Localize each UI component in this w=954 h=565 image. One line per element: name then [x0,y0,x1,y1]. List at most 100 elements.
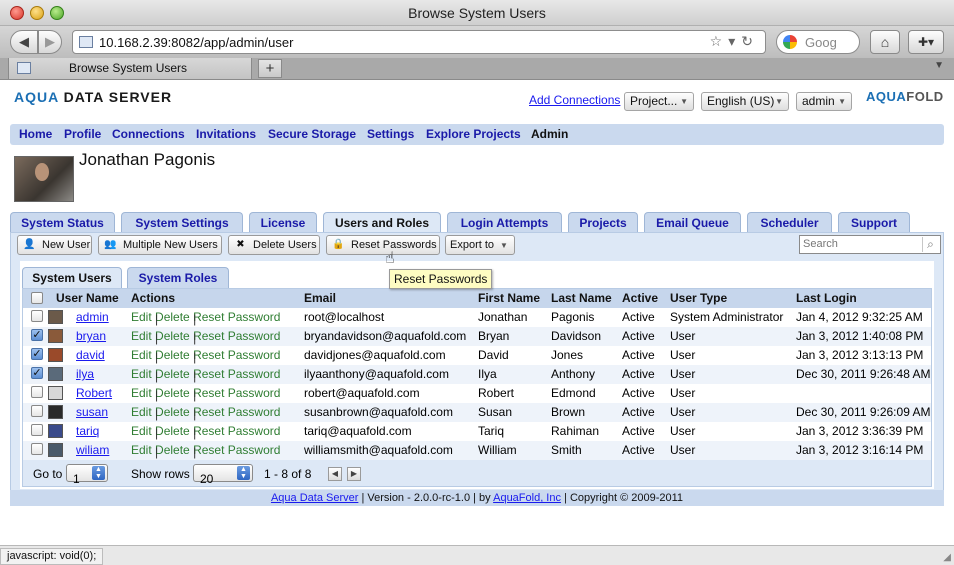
delete-link[interactable]: Delete [155,310,190,324]
subtab-system-users[interactable]: System Users [22,267,122,288]
menu-invitations[interactable]: Invitations [196,127,256,141]
search-engine-field[interactable]: Goog [776,30,860,54]
delete-link[interactable]: Delete [155,329,190,343]
user-name-link[interactable]: wiliam [76,443,109,457]
delete-link[interactable]: Delete [155,386,190,400]
tab-scheduler[interactable]: Scheduler [747,212,832,233]
chevron-down-icon[interactable]: ▾ [728,33,741,49]
edit-link[interactable]: Edit [131,348,152,362]
search-input[interactable]: Search ⌕ [799,235,941,254]
table-row[interactable]: ✓ ilya Edit | Delete | Reset Password ilyaa… [23,365,931,384]
reload-icon[interactable]: ↻ [741,33,759,49]
menu-secure-storage[interactable]: Secure Storage [268,127,356,141]
home-button[interactable]: ⌂ [870,30,900,54]
subtab-system-roles[interactable]: System Roles [127,267,229,288]
table-row[interactable]: tariq Edit | Delete | Reset Password tariq… [23,422,931,441]
stepper-arrows-icon[interactable]: ▲ ▼ [237,466,250,480]
header-email[interactable]: Email [304,291,336,305]
row-checkbox[interactable]: ✓ [31,329,43,341]
delete-link[interactable]: Delete [155,424,190,438]
new-tab-button[interactable]: + [258,59,282,78]
user-name-link[interactable]: bryan [76,329,106,343]
row-checkbox[interactable]: ✓ [31,367,43,379]
google-icon[interactable] [783,35,797,49]
delete-link[interactable]: Delete [155,348,190,362]
next-page-button[interactable]: ▶ [347,467,361,481]
edit-link[interactable]: Edit [131,405,152,419]
product-link[interactable]: Aqua Data Server [271,492,358,504]
tab-email-queue[interactable]: Email Queue [644,212,741,233]
add-connections-link[interactable]: Add Connections [529,93,620,107]
show-rows-stepper[interactable]: 20 ▲ ▼ [193,464,253,486]
user-select[interactable]: admin ▼ [796,92,852,111]
delete-link[interactable]: Delete [155,367,190,381]
edit-link[interactable]: Edit [131,443,152,457]
new-user-button[interactable]: 👤 New User [17,235,92,255]
reset-password-link[interactable]: Reset Password [193,367,280,381]
header-active[interactable]: Active [622,291,658,305]
delete-link[interactable]: Delete [155,443,190,457]
close-window-button[interactable] [10,6,24,20]
reset-password-link[interactable]: Reset Password [193,424,280,438]
table-row[interactable]: Robert Edit | Delete | Reset Password robe… [23,384,931,403]
delete-link[interactable]: Delete [155,405,190,419]
reset-password-link[interactable]: Reset Password [193,348,280,362]
menu-settings[interactable]: Settings [367,127,414,141]
tab-projects[interactable]: Projects [568,212,638,233]
edit-link[interactable]: Edit [131,367,152,381]
header-user-name[interactable]: User Name [56,291,119,305]
header-last-login[interactable]: Last Login [796,291,857,305]
tab-list-button[interactable]: ▼ [934,60,944,71]
reset-password-link[interactable]: Reset Password [193,443,280,457]
select-all-checkbox[interactable] [31,292,43,304]
delete-users-button[interactable]: ✖ Delete Users [228,235,320,255]
back-button[interactable]: ◀ [10,30,38,54]
reset-password-link[interactable]: Reset Password [193,310,280,324]
menu-profile[interactable]: Profile [64,127,101,141]
multiple-new-users-button[interactable]: 👥 Multiple New Users [98,235,222,255]
stepper-arrows-icon[interactable]: ▲ ▼ [92,466,105,480]
tab-system-settings[interactable]: System Settings [121,212,243,233]
tab-system-status[interactable]: System Status [10,212,115,233]
header-last-name[interactable]: Last Name [551,291,612,305]
table-row[interactable]: ✓ bryan Edit | Delete | Reset Password brya… [23,327,931,346]
reset-password-link[interactable]: Reset Password [193,405,280,419]
goto-page-stepper[interactable]: 1 ▲ ▼ [66,464,108,486]
resize-grip-icon[interactable]: ◢ [943,552,951,563]
menu-connections[interactable]: Connections [112,127,185,141]
row-checkbox[interactable] [31,310,43,322]
tab-license[interactable]: License [249,212,317,233]
edit-link[interactable]: Edit [131,329,152,343]
tab-support[interactable]: Support [838,212,910,233]
user-name-link[interactable]: ilya [76,367,94,381]
user-name-link[interactable]: admin [76,310,109,324]
row-checkbox[interactable] [31,424,43,436]
tab-users-and-roles[interactable]: Users and Roles [323,212,441,233]
tab-login-attempts[interactable]: Login Attempts [447,212,562,233]
table-row[interactable]: admin Edit | Delete | Reset Password root@… [23,308,931,327]
user-name-link[interactable]: susan [76,405,108,419]
star-icon[interactable]: ☆ [710,33,729,49]
header-user-type[interactable]: User Type [670,291,727,305]
project-select[interactable]: Project... ▼ [624,92,694,111]
language-select[interactable]: English (US) ▼ [701,92,789,111]
edit-link[interactable]: Edit [131,424,152,438]
reset-password-link[interactable]: Reset Password [193,329,280,343]
table-row[interactable]: wiliam Edit | Delete | Reset Password will… [23,441,931,460]
zoom-window-button[interactable] [50,6,64,20]
table-row[interactable]: ✓ david Edit | Delete | Reset Password davi… [23,346,931,365]
edit-link[interactable]: Edit [131,310,152,324]
bookmarks-button[interactable]: ✚▾ [908,30,944,54]
menu-admin[interactable]: Admin [531,127,568,141]
menu-home[interactable]: Home [19,127,52,141]
row-checkbox[interactable]: ✓ [31,348,43,360]
user-name-link[interactable]: Robert [76,386,112,400]
address-bar[interactable]: 10.168.2.39:8082/app/admin/user ☆▾↻ [72,30,766,54]
row-checkbox[interactable] [31,443,43,455]
user-name-link[interactable]: tariq [76,424,99,438]
user-name-link[interactable]: david [76,348,105,362]
table-row[interactable]: susan Edit | Delete | Reset Password susan… [23,403,931,422]
header-first-name[interactable]: First Name [478,291,540,305]
search-icon[interactable]: ⌕ [922,237,938,252]
row-checkbox[interactable] [31,386,43,398]
